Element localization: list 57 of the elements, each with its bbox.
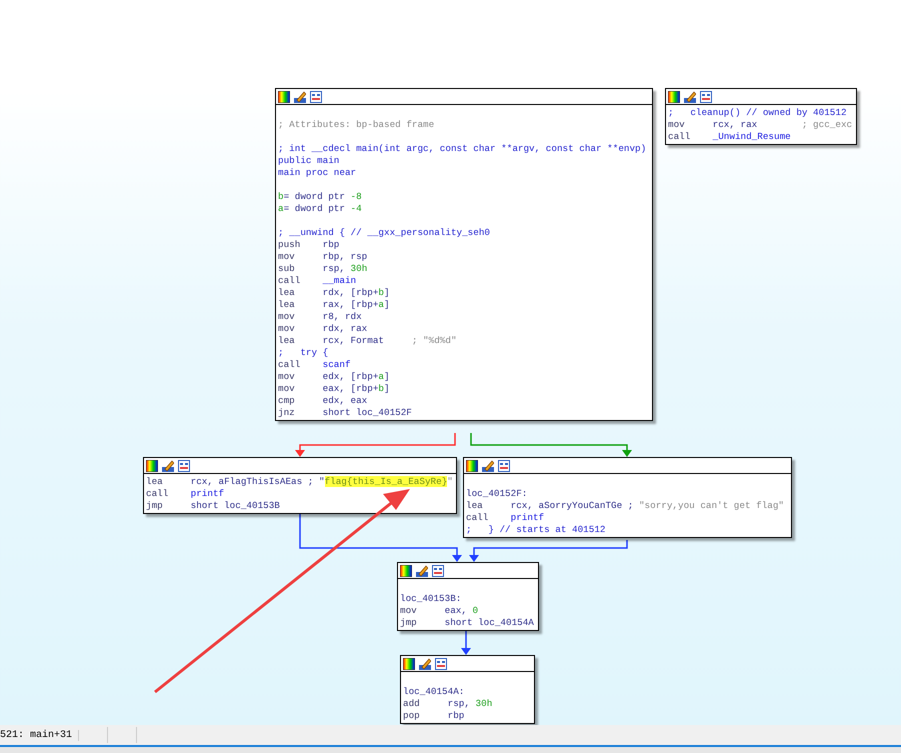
code-line: loc_40154A:	[403, 686, 466, 698]
code-line: call printf	[146, 488, 226, 500]
code-line: main proc near	[278, 167, 358, 179]
code-line: lea rcx, aFlagThisIsAEas ; "flag{this_Is_a_EaSyRe}"	[146, 476, 454, 488]
code-line: jmp short loc_40153B	[146, 500, 281, 512]
code-line: lea rax, [rbp+a]	[278, 299, 391, 311]
pencil-icon[interactable]	[416, 564, 428, 576]
code-line: mov edx, [rbp+a]	[278, 371, 391, 383]
code-line: lea rcx, aSorryYouCanTGe ; "sorry,you can't get flag"	[466, 500, 786, 512]
code-line: pop rbp	[403, 710, 466, 722]
code-line: ; } // starts at 401512	[466, 524, 606, 536]
graph-icon[interactable]	[178, 460, 190, 472]
code-line: mov rdx, rax	[278, 323, 368, 335]
code-line: mov eax, [rbp+b]	[278, 383, 391, 395]
graph-icon[interactable]	[432, 564, 444, 576]
pencil-icon[interactable]	[419, 658, 431, 670]
code-line: mov rcx, rax ; gcc_exc	[668, 119, 854, 131]
code-line: push rbp	[278, 239, 340, 251]
code-line: mov r8, rdx	[278, 311, 363, 323]
code-line: call __main	[278, 275, 358, 287]
code-line: cmp edx, eax	[278, 395, 368, 407]
code-line: mov rbp, rsp	[278, 251, 368, 263]
code-line: call scanf	[278, 359, 352, 371]
code-line: jnz short loc_40152F	[278, 407, 413, 419]
pencil-icon[interactable]	[482, 460, 494, 472]
code-line: loc_40152F:	[466, 488, 528, 500]
graph-icon[interactable]	[700, 90, 712, 102]
code-block[interactable]: lea rcx, aFlagThisIsAEas ; "flag{this_Is_a_EaSyRe}" call printf jmp short loc_40153B	[143, 457, 457, 514]
code-line: ; Attributes: bp-based frame	[278, 119, 436, 131]
code-line: ; cleanup() // owned by 401512	[668, 107, 848, 119]
status-location: 521: main+31	[0, 730, 80, 740]
code-line: b= dword ptr -8	[278, 191, 363, 203]
code-block[interactable]	[275, 88, 653, 421]
code-line: ; try {	[278, 347, 330, 359]
pencil-icon[interactable]	[162, 460, 174, 472]
code-line: sub rsp, 30h	[278, 263, 368, 275]
code-line: ; int __cdecl main(int argc, const char **argv, const char **envp)	[278, 143, 648, 155]
code-line: lea rcx, Format ; "%d%d"	[278, 335, 458, 347]
code-line: add rsp, 30h	[403, 698, 494, 710]
code-line: loc_40153B:	[400, 593, 462, 605]
code-line: call printf	[466, 512, 546, 524]
pencil-icon[interactable]	[294, 90, 306, 102]
code-line: ; __unwind { // __gxx_personality_seh0	[278, 227, 492, 239]
graph-icon[interactable]	[435, 658, 447, 670]
code-line: public main	[278, 155, 340, 167]
code-line: lea rdx, [rbp+b]	[278, 287, 391, 299]
pencil-icon[interactable]	[684, 90, 696, 102]
code-line: a= dword ptr -4	[278, 203, 363, 215]
graph-icon[interactable]	[310, 90, 322, 102]
code-block[interactable]: ; cleanup() // owned by 401512 mov rcx, rax ; gcc_exc call _Unwind_Resume	[665, 88, 857, 145]
code-line: call _Unwind_Resume	[668, 131, 792, 143]
graph-icon[interactable]	[498, 460, 510, 472]
code-line: mov eax, 0	[400, 605, 480, 617]
code-block[interactable]: loc_40153B: mov eax, 0 jmp short loc_40154A	[397, 562, 539, 631]
code-block[interactable]: loc_40154A: add rsp, 30h pop rbp	[400, 655, 535, 724]
code-line: jmp short loc_40154A	[400, 617, 535, 629]
code-block[interactable]: loc_40152F: lea rcx, aSorryYouCanTGe ; "sorry,you can't get flag" call printf ; } // starts at 401512	[463, 457, 792, 538]
